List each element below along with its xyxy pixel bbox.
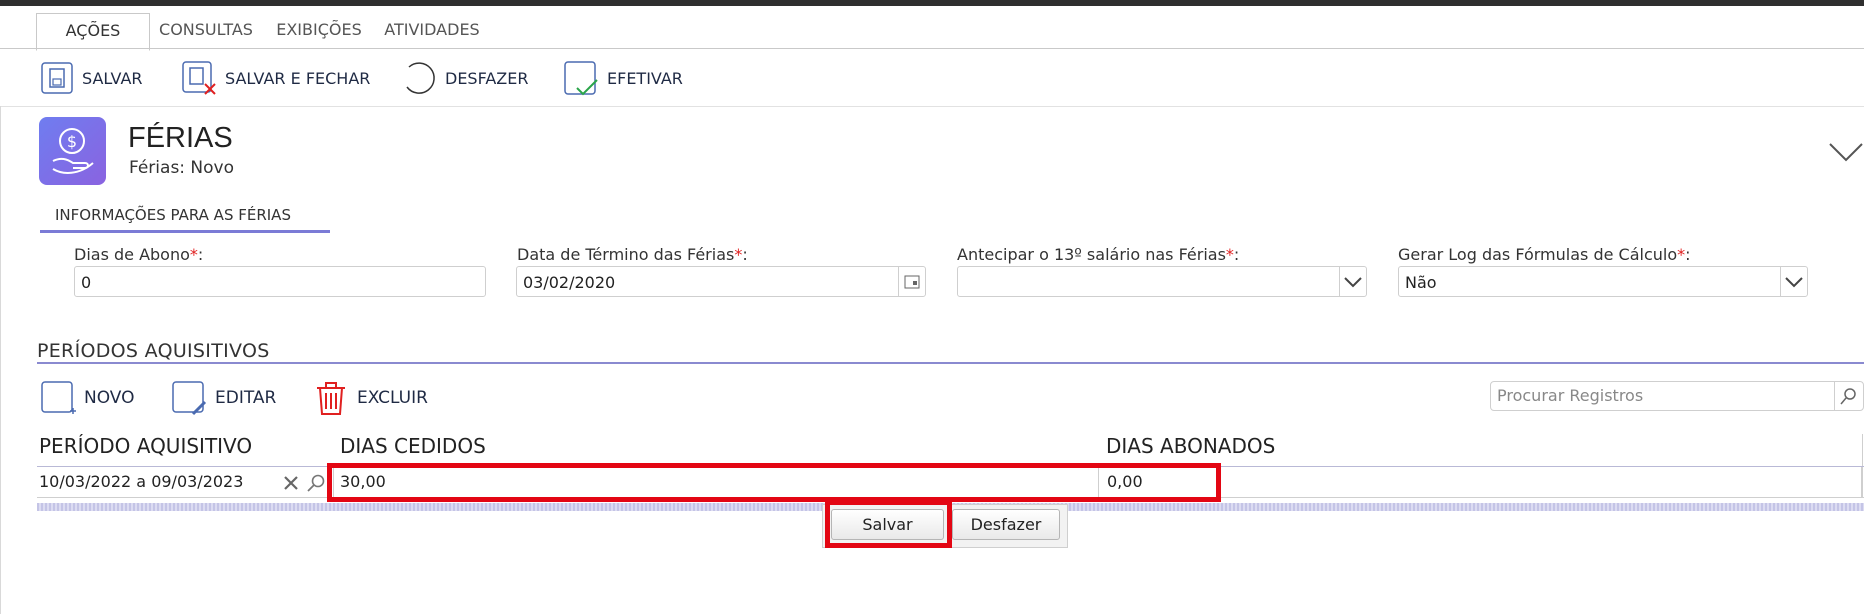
gerar-log-select[interactable]: Não [1398,266,1808,297]
tab-exibicoes[interactable]: EXIBIÇÕES [272,13,366,49]
save-label: SALVAR [82,68,143,88]
antecipar-13-label: Antecipar o 13º salário nas Férias*: [957,245,1240,264]
col-dias-abonados: DIAS ABONADOS [1106,434,1276,458]
page-title: FÉRIAS [128,122,233,154]
tab-atividades[interactable]: ATIVIDADES [382,13,482,49]
lookup-search-icon[interactable] [306,473,326,497]
save-close-icon [182,61,216,95]
section-tab-label: INFORMAÇÕES PARA AS FÉRIAS [55,206,291,224]
tab-acoes[interactable]: AÇÕES [36,13,150,51]
new-icon [41,381,76,414]
dias-abono-input[interactable]: 0 [74,266,486,297]
vacation-money-icon: $ [39,117,106,185]
commit-label: EFETIVAR [607,68,683,88]
new-button[interactable]: NOVO [40,380,135,416]
col-periodo: PERÍODO AQUISITIVO [39,434,253,458]
chevron-down-icon[interactable] [1828,140,1864,164]
save-close-label: SALVAR E FECHAR [225,68,371,88]
clear-icon[interactable] [282,474,300,496]
dias-abono-label: Dias de Abono*: [74,245,204,264]
save-icon [41,62,73,94]
toolbar-divider [0,106,1864,107]
commit-button[interactable]: EFETIVAR [563,58,683,98]
calendar-icon[interactable] [898,267,925,296]
search-icon[interactable] [1834,382,1863,410]
left-border [0,106,1,614]
antecipar-13-select[interactable] [957,266,1367,297]
cell-periodo[interactable]: 10/03/2022 a 09/03/2023 [39,467,279,497]
undo-button[interactable]: DESFAZER [399,58,528,98]
section-tab-info[interactable]: INFORMAÇÕES PARA AS FÉRIAS [40,202,330,233]
row-undo-button[interactable]: Desfazer [952,509,1060,540]
trash-icon [317,382,345,415]
section-tab-underline [40,230,330,233]
col-dias-cedidos: DIAS CEDIDOS [340,434,486,458]
save-button[interactable]: SALVAR [40,58,143,98]
page-subtitle: Férias: Novo [129,158,235,178]
periods-underline [37,362,1864,364]
edit-button[interactable]: EDITAR [171,380,276,416]
delete-button[interactable]: EXCLUIR [313,380,428,416]
search-input[interactable]: Procurar Registros [1490,381,1864,411]
undo-label: DESFAZER [445,68,529,88]
chevron-down-icon[interactable] [1780,267,1807,296]
edit-label: EDITAR [215,388,277,408]
periods-title: PERÍODOS AQUISITIVOS [37,340,270,362]
tab-consultas[interactable]: CONSULTAS [156,13,256,49]
edit-icon [172,381,207,416]
tabs-border [0,48,1864,49]
highlight-save-box [825,500,952,548]
window-top-bar [0,0,1864,6]
data-termino-label: Data de Término das Férias*: [517,245,748,264]
svg-text:$: $ [67,132,77,151]
undo-icon [406,62,435,94]
gerar-log-label: Gerar Log das Fórmulas de Cálculo*: [1398,245,1691,264]
data-termino-input[interactable]: 03/02/2020 [516,266,926,297]
new-label: NOVO [84,388,135,408]
commit-icon [564,61,598,96]
chevron-down-icon[interactable] [1339,267,1366,296]
delete-label: EXCLUIR [357,388,428,408]
highlight-row-box [327,463,1221,502]
save-close-button[interactable]: SALVAR E FECHAR [181,58,370,98]
